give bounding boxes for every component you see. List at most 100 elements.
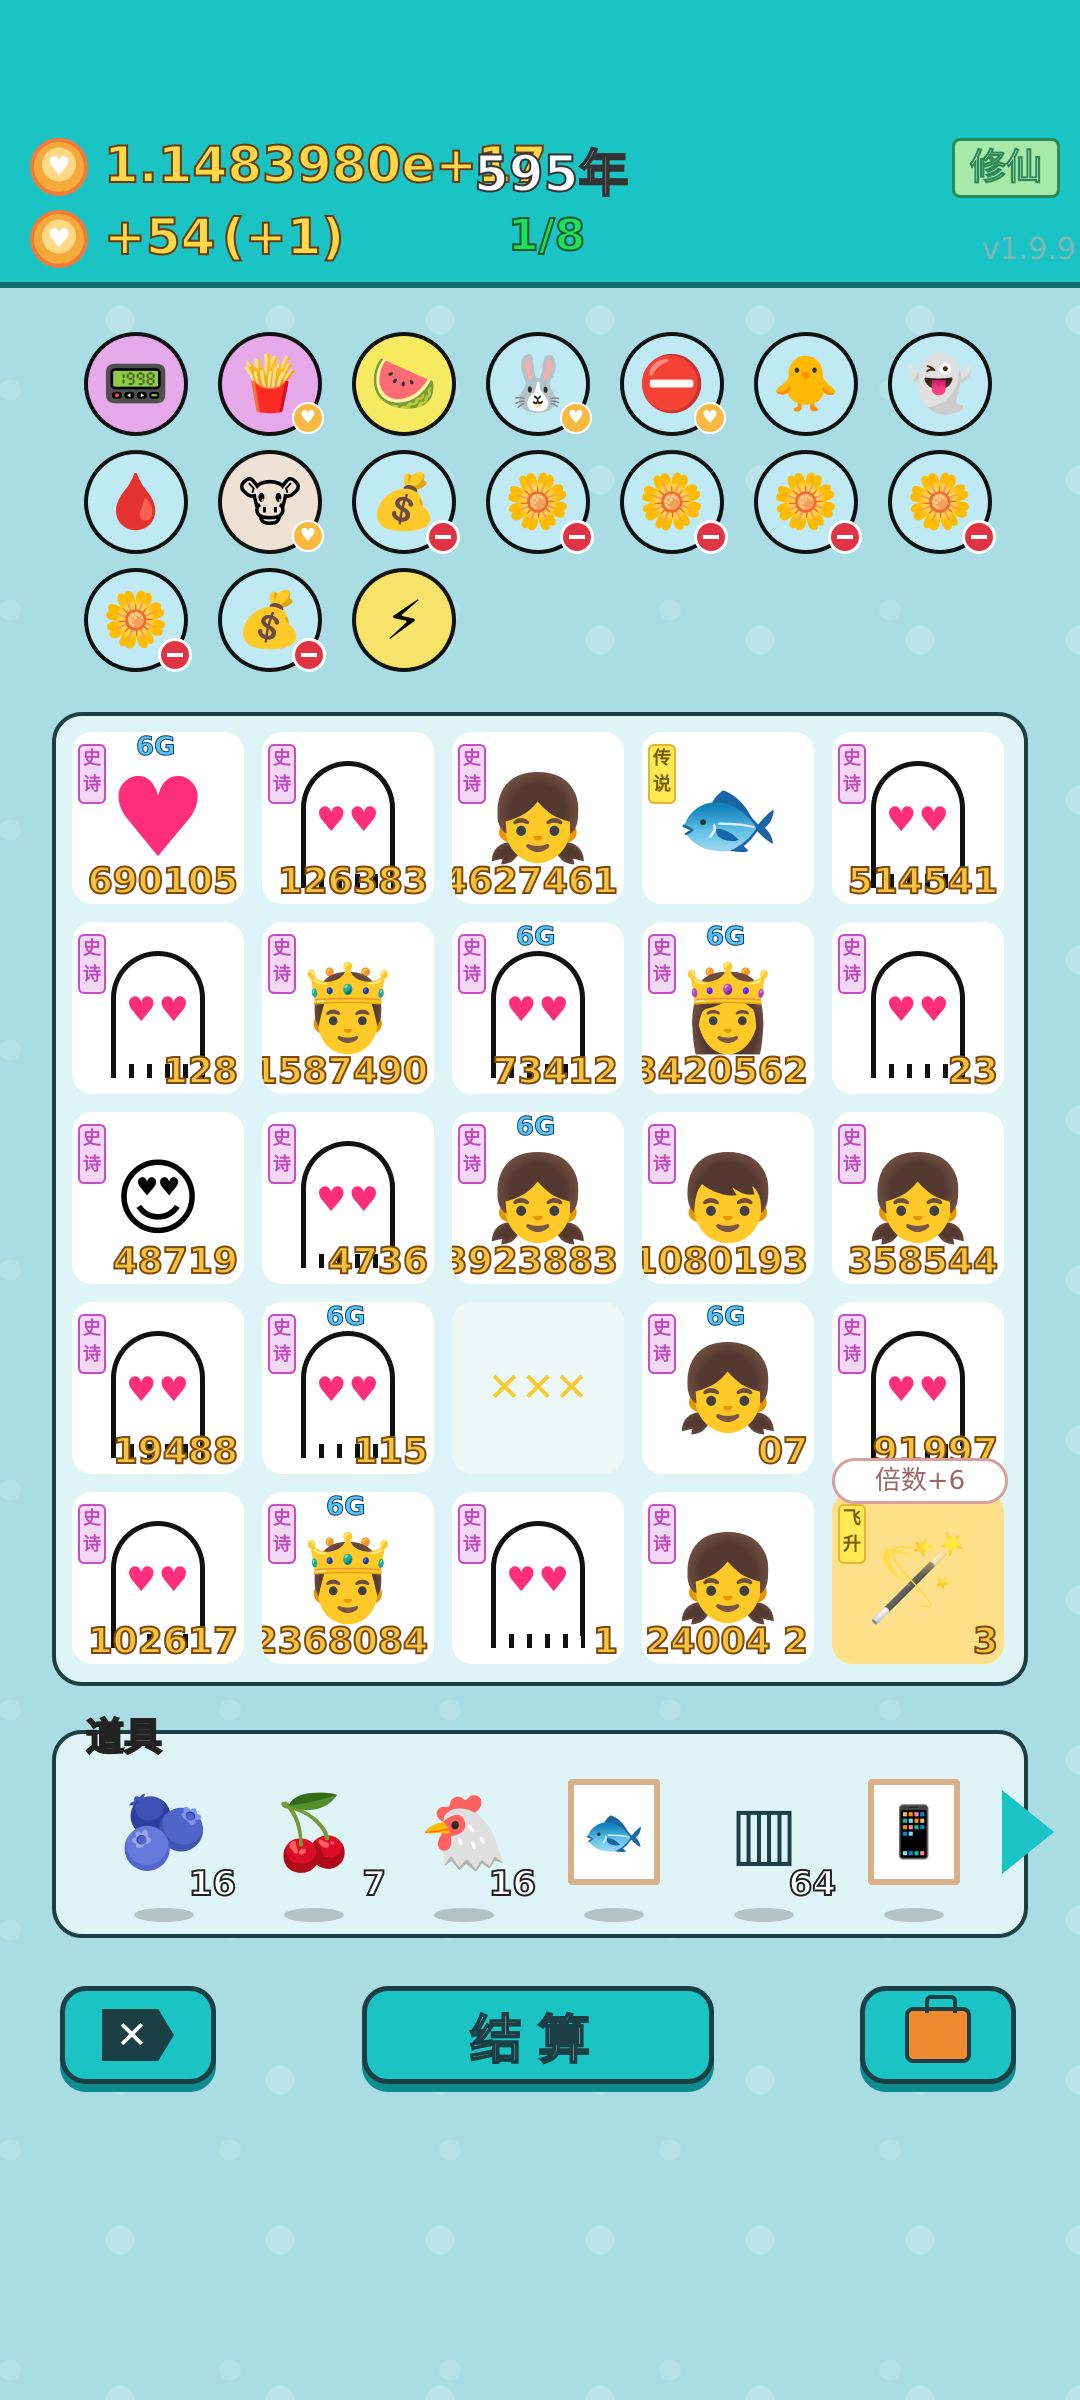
board-cell[interactable]: ♥♥ 史诗 4736	[262, 1112, 434, 1284]
board-cell[interactable]: ♥♥ 史诗 23	[832, 922, 1004, 1094]
buff-flower-pot[interactable]: 🌼	[754, 450, 862, 554]
cell-value: 73412	[492, 1050, 619, 1093]
settle-button[interactable]: 结算	[362, 1986, 714, 2084]
board-cell[interactable]: 🐟 传说	[642, 732, 814, 904]
heart-badge-icon: ♥	[292, 520, 324, 552]
buff-rabbit[interactable]: 🐰 ♥	[486, 332, 592, 436]
cell-value: 3	[972, 1620, 999, 1663]
cell-value: 24004 2	[644, 1620, 809, 1663]
ghost-icon: ♥♥	[491, 950, 585, 1078]
sack-icon: 💰	[236, 588, 304, 651]
cell-value: 102617	[87, 1620, 239, 1663]
remove-icon[interactable]	[694, 520, 728, 554]
item-fish-frame[interactable]: 🐟	[564, 1772, 664, 1922]
buff-cows[interactable]: 🐮 ♥	[218, 450, 324, 554]
board-cell[interactable]: 👧 史诗 6G 3923883	[452, 1112, 624, 1284]
rarity-tag: 史诗	[458, 744, 486, 804]
remove-icon[interactable]	[158, 638, 192, 672]
lychee-icon: 🍒	[269, 1789, 359, 1874]
item-shadow	[134, 1908, 194, 1922]
exit-button[interactable]: ✕	[60, 1986, 216, 2084]
board-cell[interactable]: ♥♥ 史诗 6G 115	[262, 1302, 434, 1474]
flower-pot-icon: 🌼	[906, 470, 974, 533]
buff-blood-bag[interactable]: 🩸	[84, 450, 188, 554]
board-cell[interactable]: ♥♥ 史诗 514541	[832, 732, 1004, 904]
buff-fruit-basket[interactable]: 🍉	[352, 332, 456, 436]
item-blueberry[interactable]: 🫐 16	[114, 1772, 237, 1922]
heart-badge-icon: ♥	[560, 402, 592, 434]
remove-icon[interactable]	[962, 520, 996, 554]
board-cell[interactable]: ♥♥ 史诗 19488	[72, 1302, 244, 1474]
remove-icon[interactable]	[828, 520, 862, 554]
item-lychee[interactable]: 🍒 7	[264, 1772, 387, 1922]
board-cell[interactable]: 👦 史诗 1080193	[642, 1112, 814, 1284]
board-cell[interactable]: 😍 史诗 48719	[72, 1112, 244, 1284]
cell-value: 19488	[112, 1430, 239, 1473]
ghost-icon: ♥♥	[111, 950, 205, 1078]
buff-fries[interactable]: 🍟 ♥	[218, 332, 324, 436]
board-cell[interactable]: ♥♥ 史诗 126383	[262, 732, 434, 904]
6g-badge: 6G	[325, 1492, 366, 1523]
board-cell[interactable]: 👧 史诗 4627461	[452, 732, 624, 904]
item-count: 64	[788, 1863, 837, 1905]
buff-flower-pot[interactable]: 🌼	[486, 450, 594, 554]
rarity-tag: 史诗	[78, 1504, 106, 1564]
cell-value: 4627461	[452, 860, 619, 903]
rarity-tag: 史诗	[458, 1124, 486, 1184]
board-cell[interactable]: ♥ 史诗 6G 690105	[72, 732, 244, 904]
board-cell[interactable]: ♥♥ 史诗 102617	[72, 1492, 244, 1664]
board-cell[interactable]: ♥♥ 史诗 128	[72, 922, 244, 1094]
cell-value: 1587490	[262, 1050, 429, 1093]
inventory-button[interactable]	[860, 1986, 1016, 2084]
item-shadow	[884, 1908, 944, 1922]
remove-icon[interactable]	[560, 520, 594, 554]
rarity-tag: 史诗	[78, 744, 106, 804]
board-cell[interactable]: ♥♥ 史诗 91997	[832, 1302, 1004, 1474]
board-cell[interactable]: 👸 史诗 6G 3420562	[642, 922, 814, 1094]
rarity-tag: 史诗	[78, 934, 106, 994]
buff-sack[interactable]: 💰	[218, 568, 326, 672]
heart-badge-icon: ♥	[694, 402, 726, 434]
board-cell[interactable]: 👧 史诗 6G 07	[642, 1302, 814, 1474]
buff-lightning[interactable]: ⚡	[352, 568, 456, 672]
board-cell-ascend[interactable]: 🪄 飞升 3	[832, 1492, 1004, 1664]
rarity-tag: 史诗	[268, 934, 296, 994]
rarity-tag: 史诗	[648, 934, 676, 994]
fish-frame-icon: 🐟	[568, 1779, 660, 1885]
board-cell[interactable]: ♥♥ 史诗 1	[452, 1492, 624, 1664]
ghost-icon: ♥♥	[491, 1520, 585, 1648]
fruit-basket-icon: 🍉	[370, 352, 438, 415]
rabbit-icon: 🐰	[504, 352, 572, 415]
rarity-tag: 史诗	[648, 1504, 676, 1564]
buff-ghost[interactable]: 👻	[888, 332, 992, 436]
remove-icon[interactable]	[292, 638, 326, 672]
6g-badge: 6G	[705, 1302, 746, 1333]
ghost-icon: ♥♥	[301, 760, 395, 888]
scroll-right-icon[interactable]	[1002, 1790, 1054, 1874]
board-cell[interactable]: 👧 史诗 24004 2	[642, 1492, 814, 1664]
cell-value: 115	[352, 1430, 429, 1473]
cultivate-button[interactable]: 修仙	[952, 138, 1060, 198]
buff-sack[interactable]: 💰	[352, 450, 460, 554]
board-cell[interactable]: ♥♥ 史诗 6G 73412	[452, 922, 624, 1094]
item-chicken[interactable]: 🐔 16	[414, 1772, 537, 1922]
remove-icon[interactable]	[426, 520, 460, 554]
rarity-tag: 传说	[648, 744, 676, 804]
board-cell[interactable]: 🤴 史诗 6G 2368084	[262, 1492, 434, 1664]
board-cell[interactable]: 👧 史诗 358544	[832, 1112, 1004, 1284]
buff-flower-pot[interactable]: 🌼	[888, 450, 996, 554]
buff-chick[interactable]: 🐥	[754, 332, 858, 436]
buff-flower-pot[interactable]: 🌼	[84, 568, 192, 672]
ghost-icon: ♥♥	[111, 1330, 205, 1458]
buff-meter[interactable]: 📟	[84, 332, 188, 436]
flower-pot-icon: 🌼	[772, 470, 840, 533]
board-cell[interactable]: 🤴 史诗 1587490	[262, 922, 434, 1094]
cell-value: 3923883	[452, 1240, 619, 1283]
item-glass-panels[interactable]: ▥ 64	[714, 1772, 837, 1922]
buff-flower-pot[interactable]: 🌼	[620, 450, 728, 554]
sack-icon: 💰	[370, 470, 438, 533]
buff-no-entry[interactable]: ⛔ ♥	[620, 332, 726, 436]
board-cell-empty[interactable]: ✕✕✕	[452, 1302, 624, 1474]
item-remote-frame[interactable]: 📱	[864, 1772, 964, 1922]
briefcase-icon	[905, 1995, 971, 2063]
